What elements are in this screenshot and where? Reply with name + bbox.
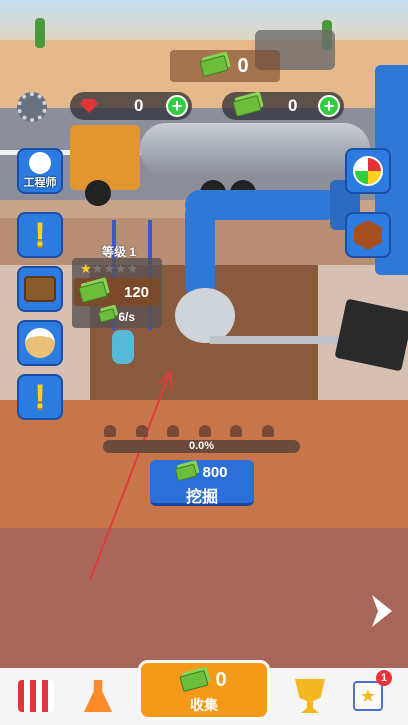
add-cash-button[interactable]: + — [318, 95, 340, 117]
shop-icon — [18, 680, 54, 712]
cash-icon — [175, 463, 198, 482]
briefcase-icon — [24, 276, 56, 302]
star-empty-icon: ★ — [91, 261, 104, 276]
star-empty-icon: ★ — [126, 261, 139, 276]
trophy-button[interactable] — [288, 674, 332, 718]
research-button[interactable] — [76, 674, 120, 718]
star-filled-icon: ★ — [80, 261, 92, 276]
star-empty-icon: ★ — [103, 261, 115, 276]
worker-queue — [104, 425, 274, 437]
calendar-button[interactable]: ★ 1 — [346, 670, 392, 718]
miner-worker — [112, 330, 134, 364]
settings-gear-icon[interactable] — [17, 92, 47, 122]
engineer-button[interactable]: 工程师 — [17, 148, 63, 194]
exclamation-icon: ! — [34, 215, 46, 254]
dig-progress-text: 0.0% — [188, 440, 215, 452]
worker-icon — [135, 425, 148, 437]
worker-icon — [230, 425, 243, 437]
gems-counter: 0 + — [70, 92, 192, 120]
star-empty-icon: ★ — [114, 261, 127, 276]
flask-icon — [84, 680, 112, 712]
worker-icon — [261, 425, 274, 437]
truck-wheel — [85, 180, 111, 206]
truck-cab — [70, 125, 140, 190]
cash-icon — [78, 280, 108, 304]
hexagon-button[interactable] — [345, 212, 391, 258]
collect-button[interactable]: 0 收集 — [138, 660, 270, 720]
boss-button[interactable] — [17, 320, 63, 366]
collect-amount-value: 0 — [215, 669, 227, 691]
collect-label: 收集 — [190, 697, 218, 713]
wheel-icon — [353, 156, 383, 186]
income-rate: 6/s — [72, 308, 162, 324]
dig-cost-value: 800 — [202, 464, 228, 481]
add-gems-button[interactable]: + — [166, 95, 188, 117]
truck-tank — [140, 123, 370, 175]
briefcase-button[interactable] — [17, 266, 63, 312]
shop-button[interactable] — [14, 674, 58, 718]
hexagon-icon — [354, 220, 382, 250]
alert-button[interactable]: ! — [17, 212, 63, 258]
engineer-face-icon — [29, 152, 51, 174]
calendar-badge: 1 — [376, 670, 392, 686]
dig-progress-bar: 0.0% — [103, 440, 300, 453]
top-cash-display: 0 — [170, 50, 280, 82]
trophy-icon — [295, 679, 325, 713]
station-panel: ★★★★★ 120 6/s — [72, 258, 162, 328]
grey-pipe — [210, 336, 350, 344]
oil-pump — [175, 288, 235, 343]
gems-value: 0 — [134, 96, 144, 115]
exclamation-icon: ! — [34, 377, 46, 416]
cash-value: 0 — [288, 96, 298, 115]
income-rate-value: 6/s — [118, 310, 136, 324]
worker-icon — [167, 425, 180, 437]
cash-icon — [97, 308, 117, 323]
boss-avatar-icon — [25, 328, 55, 358]
gem-icon — [80, 99, 98, 113]
collect-amount: 0 — [141, 669, 267, 692]
calendar-icon: ★ — [353, 681, 383, 711]
worker-icon — [198, 425, 211, 437]
lucky-wheel-button[interactable] — [345, 148, 391, 194]
worker-icon — [104, 425, 116, 437]
cash-icon — [199, 54, 230, 78]
cash-counter: 0 + — [222, 92, 344, 120]
oil-pipe — [185, 200, 215, 300]
dig-button[interactable]: 800 挖掘 — [150, 460, 254, 506]
dig-cost: 800 — [150, 463, 254, 482]
top-cash-value: 0 — [237, 54, 249, 77]
engineer-label: 工程师 — [23, 177, 57, 189]
upgrade-cost: 120 — [124, 283, 150, 301]
dig-button-label: 挖掘 — [185, 489, 218, 506]
cash-icon — [179, 669, 210, 692]
cactus-icon — [35, 18, 45, 48]
star-rating: ★★★★★ — [80, 261, 138, 277]
cash-icon — [232, 94, 262, 118]
alert-button-2[interactable]: ! — [17, 374, 63, 420]
upgrade-button[interactable]: 120 — [74, 278, 160, 306]
